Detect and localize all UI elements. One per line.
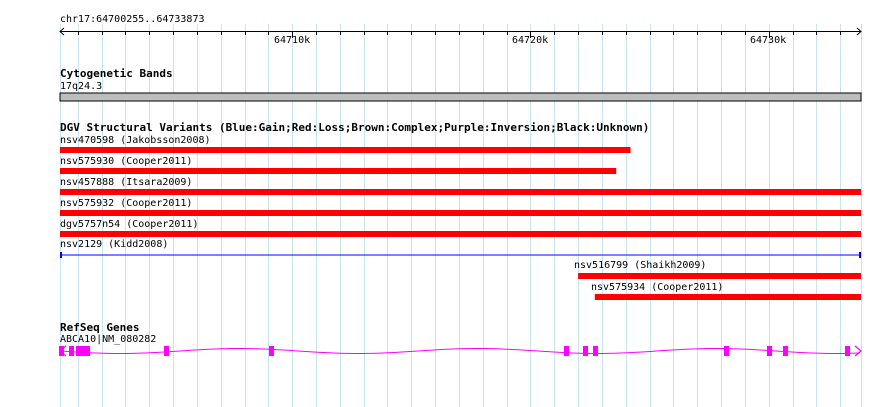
dgv-track-title: DGV Structural Variants (Blue:Gain;Red:L…	[60, 121, 650, 134]
gene-exon[interactable]	[783, 346, 788, 356]
variant-end-marker[interactable]	[60, 252, 62, 258]
variant-label[interactable]: nsv516799 (Shaikh2009)	[574, 260, 706, 272]
gene-exon[interactable]	[845, 346, 850, 356]
tick-label: 64720k	[512, 35, 549, 46]
variant-label[interactable]: nsv575934 (Cooper2011)	[591, 282, 723, 294]
cytoband-label: 17q24.3	[60, 81, 103, 92]
strand-arrow-icon	[854, 345, 862, 357]
gene-exon[interactable]	[59, 346, 64, 356]
tick-label: 64730k	[750, 35, 787, 46]
gene-exon[interactable]	[583, 346, 588, 356]
variant-label[interactable]: nsv575932 (Cooper2011)	[60, 198, 192, 210]
gene-exon[interactable]	[724, 346, 729, 356]
variant-bar[interactable]	[60, 147, 631, 153]
gene-label[interactable]: ABCA10|NM_080282	[60, 334, 156, 346]
variant-bar[interactable]	[60, 168, 617, 174]
coordinate-ruler[interactable]	[59, 27, 862, 38]
gene-exon[interactable]	[767, 346, 772, 356]
location-label: chr17:64700255..64733873	[60, 14, 205, 25]
variant-bar[interactable]	[60, 210, 861, 216]
variant-label[interactable]: nsv457888 (Itsara2009)	[60, 177, 192, 189]
gene-exon[interactable]	[593, 346, 598, 356]
gene-exon[interactable]	[164, 346, 169, 356]
gene-exon[interactable]	[85, 346, 90, 356]
variant-bar[interactable]	[60, 231, 861, 237]
cytoband-track[interactable]	[59, 92, 862, 102]
gene-exon[interactable]	[269, 346, 274, 356]
tick-label: 64710k	[274, 35, 311, 46]
cytoband-bar[interactable]	[59, 92, 862, 102]
variant-label[interactable]: nsv470598 (Jakobsson2008)	[60, 135, 211, 147]
variant-end-marker[interactable]	[859, 252, 861, 258]
cytoband-track-title: Cytogenetic Bands	[60, 67, 173, 80]
variant-label[interactable]: dgv5757n54 (Cooper2011)	[60, 219, 198, 231]
variant-bar[interactable]	[578, 273, 861, 279]
gene-exon[interactable]	[76, 346, 81, 356]
variant-bar[interactable]	[594, 294, 861, 300]
gene-exon[interactable]	[564, 346, 569, 356]
variant-label[interactable]: nsv575930 (Cooper2011)	[60, 156, 192, 168]
refseq-track-title: RefSeq Genes	[60, 321, 140, 334]
variant-label[interactable]: nsv2129 (Kidd2008)	[60, 239, 168, 251]
variant-bar[interactable]	[60, 189, 861, 195]
gene-exon[interactable]	[69, 346, 74, 356]
